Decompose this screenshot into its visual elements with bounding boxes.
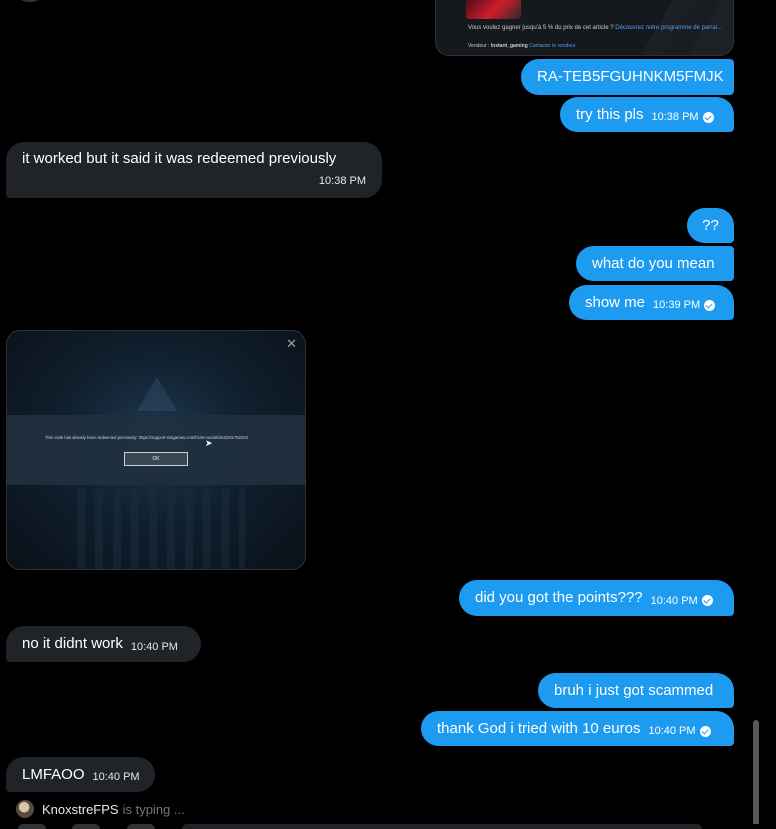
close-icon: ✕ <box>286 336 297 351</box>
message-timestamp: 10:38 PM <box>652 107 714 127</box>
dialog-message: This code has already been redeemed prev… <box>45 435 248 440</box>
message-timestamp: 10:40 PM <box>651 591 713 611</box>
message-outgoing[interactable]: bruh i just got scammed <box>538 673 734 708</box>
typing-status: is typing ... <box>122 801 185 817</box>
cursor-icon: ➤ <box>205 438 213 448</box>
sent-check-icon <box>704 299 716 311</box>
avatar[interactable] <box>16 0 44 2</box>
scrollbar[interactable] <box>753 720 759 829</box>
message-outgoing[interactable]: did you got the points??? 10:40 PM <box>459 580 734 616</box>
message-text: it worked but it said it was redeemed pr… <box>22 150 337 167</box>
message-outgoing[interactable]: show me 10:39 PM <box>569 285 734 320</box>
message-outgoing[interactable]: what do you mean <box>576 246 734 281</box>
composer-bar <box>0 824 776 829</box>
message-text: ?? <box>702 216 719 234</box>
message-text: RA-TEB5FGUHNKM5FMJK <box>537 68 724 85</box>
message-timestamp: 10:39 PM <box>653 295 716 315</box>
sent-check-icon <box>699 725 711 737</box>
preview-seller-line: Vendeur : Instant_gaming Contacter le ve… <box>468 43 576 49</box>
avatar[interactable] <box>16 800 34 818</box>
message-outgoing[interactable]: try this pls 10:38 PM <box>560 97 734 132</box>
product-thumbnail <box>466 0 521 19</box>
message-timestamp: 10:40 PM <box>92 771 140 783</box>
message-outgoing[interactable]: ?? <box>687 208 734 243</box>
conversation-view: Vous voulez gagner jusqu'à 5 % du prix d… <box>0 0 776 829</box>
typing-user-name: KnoxstreFPS <box>42 801 119 817</box>
sent-check-icon <box>701 595 713 606</box>
preview-promo-text: Vous voulez gagner jusqu'à 5 % du prix d… <box>468 25 722 31</box>
message-incoming[interactable]: it worked but it said it was redeemed pr… <box>6 142 382 198</box>
message-timestamp: 10:40 PM <box>130 640 178 653</box>
message-text: no it didnt work <box>22 635 123 652</box>
message-outgoing[interactable]: thank God i tried with 10 euros 10:40 PM <box>421 711 734 746</box>
message-timestamp: 10:40 PM <box>648 721 711 741</box>
background-logo <box>137 377 177 411</box>
referral-link[interactable]: Découvrez notre programme de parrai... <box>615 25 722 31</box>
image-attachment[interactable]: ✕ This code has already been redeemed pr… <box>6 330 306 570</box>
message-text: LMFAOO <box>22 765 85 783</box>
contact-seller-link[interactable]: Contacter le vendeur <box>529 43 575 49</box>
message-outgoing[interactable]: RA-TEB5FGUHNKM5FMJK <box>521 59 734 95</box>
message-text: show me <box>585 293 646 311</box>
message-text: bruh i just got scammed <box>554 681 714 699</box>
message-input[interactable] <box>182 824 702 829</box>
sent-check-icon <box>702 111 714 123</box>
dialog-panel <box>7 415 305 485</box>
message-text: thank God i tried with 10 euros <box>437 719 641 737</box>
attach-icon[interactable] <box>18 824 46 829</box>
message-incoming[interactable]: LMFAOO 10:40 PM <box>6 757 155 792</box>
emoji-icon[interactable] <box>127 824 155 829</box>
gif-icon[interactable] <box>72 824 100 829</box>
message-text: did you got the points??? <box>475 589 643 606</box>
product-link-preview[interactable]: Vous voulez gagner jusqu'à 5 % du prix d… <box>435 0 734 56</box>
message-text: try this pls <box>576 105 644 123</box>
ok-button: OK <box>124 452 188 466</box>
message-incoming[interactable]: no it didnt work 10:40 PM <box>6 626 201 662</box>
typing-indicator: KnoxstreFPS is typing ... <box>16 800 185 818</box>
message-timestamp: 10:38 PM <box>318 175 366 187</box>
background-figures <box>67 489 245 569</box>
message-text: what do you mean <box>592 254 715 272</box>
